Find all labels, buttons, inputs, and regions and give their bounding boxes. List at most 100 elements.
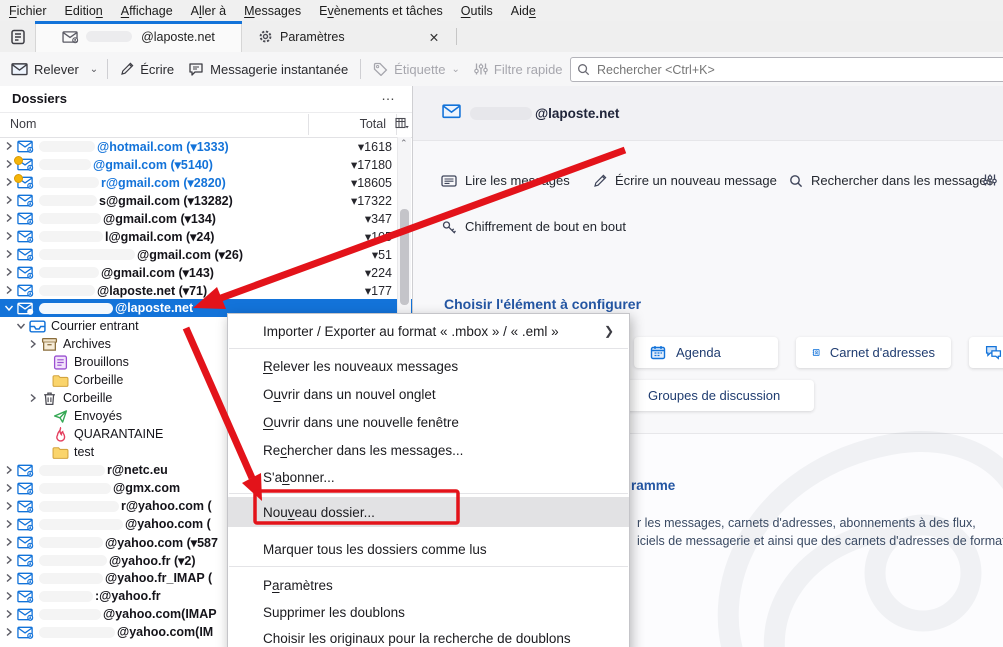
chevron-right-icon[interactable] [3, 195, 14, 205]
scrollbar-thumb[interactable] [400, 209, 409, 305]
read-messages-link[interactable]: Lire les messages [441, 173, 570, 188]
chevron-down-icon[interactable] [15, 321, 26, 331]
folder-label: Brouillons [74, 355, 129, 369]
redacted-account-name [39, 536, 103, 548]
menu-item-open-new-window[interactable]: Ouvrir dans une nouvelle fenêtre [228, 408, 629, 436]
tab-close-icon[interactable]: ✕ [425, 28, 443, 46]
new-messages-dot [14, 174, 23, 183]
end-to-end-encryption-link[interactable]: Chiffrement de bout en bout [442, 219, 626, 234]
menu-affichage[interactable]: Affichage [112, 4, 182, 18]
menu-aller-a[interactable]: Aller à [182, 4, 235, 18]
chevron-right-icon[interactable] [3, 573, 14, 583]
chevron-right-icon[interactable] [3, 483, 14, 493]
chevron-right-icon[interactable] [3, 465, 14, 475]
chevron-right-icon[interactable] [3, 627, 14, 637]
menu-item-subscribe[interactable]: S'a b onner... [228, 464, 629, 490]
write-button[interactable]: Écrire [113, 56, 181, 82]
menu-item-import-export[interactable]: Importer / Exporter au format « .mbox » … [228, 317, 629, 345]
folder-row[interactable]: s@gmail.com (▾13282) ▾17322 [0, 191, 412, 209]
chevron-right-icon[interactable] [3, 231, 14, 241]
column-picker-icon[interactable] [395, 117, 409, 133]
redacted-account-name [39, 518, 123, 530]
address-book-icon [812, 345, 820, 360]
chevron-right-icon[interactable] [3, 537, 14, 547]
chevron-right-icon[interactable] [27, 339, 38, 349]
tag-button[interactable]: Étiquette ⌄ [366, 56, 467, 82]
menu-messages[interactable]: Messages [235, 4, 310, 18]
address-book-card[interactable]: Carnet d'adresses [796, 337, 951, 368]
menu-edition[interactable]: Edition [56, 4, 112, 18]
account-icon [17, 499, 34, 514]
folder-row[interactable]: l@gmail.com (▾24) ▾105 [0, 227, 412, 245]
filter-sliders-icon [983, 173, 997, 187]
spaces-toolbar-icon[interactable] [6, 25, 30, 49]
redacted-account-name [39, 158, 91, 170]
folder-label: @gmail.com (▾143) [101, 265, 214, 280]
chevron-down-icon[interactable] [3, 303, 14, 313]
menu-evenements-taches[interactable]: Evènements et tâches [310, 4, 452, 18]
menu-item-get-new-messages[interactable]: Relever les nouveaux messages [228, 352, 629, 380]
chevron-right-icon[interactable] [3, 249, 14, 259]
get-messages-button[interactable]: Relever [4, 56, 86, 82]
menu-item-search-messages[interactable]: Re c hercher dans les messages... [228, 436, 629, 464]
search-icon [789, 174, 803, 188]
scroll-up-icon[interactable]: ⌃ [400, 138, 408, 149]
column-name[interactable]: Nom [10, 117, 36, 131]
chevron-right-icon[interactable] [27, 393, 38, 403]
menu-item-open-new-tab[interactable]: Ou vrir dans un nouvel onglet [228, 380, 629, 408]
account-icon [17, 193, 34, 208]
chevron-right-icon[interactable] [3, 141, 14, 151]
newsgroups-card[interactable]: Groupes de discussion [616, 380, 814, 411]
tab-account-laposte[interactable]: @laposte.net [35, 21, 242, 52]
redacted-account-name [39, 554, 107, 566]
menu-item-new-folder[interactable]: Nou v eau dossier... [228, 497, 629, 527]
chevron-right-icon[interactable] [3, 519, 14, 529]
folder-row[interactable]: @gmail.com (▾143) ▾224 [0, 263, 412, 281]
chevron-right-icon[interactable] [3, 177, 14, 187]
chevron-right-icon[interactable] [3, 285, 14, 295]
chevron-right-icon[interactable] [3, 267, 14, 277]
chat-bubbles-icon [985, 345, 1002, 360]
quick-filter-button[interactable]: Filtre rapide [467, 56, 570, 82]
search-messages-link[interactable]: Rechercher dans les messages [789, 173, 993, 188]
account-banner: @laposte.net [413, 86, 1003, 141]
chevron-right-icon[interactable] [3, 213, 14, 223]
chevron-right-icon[interactable] [3, 591, 14, 601]
chevron-right-icon[interactable] [3, 609, 14, 619]
folder-label: Archives [63, 337, 111, 351]
menu-item-mark-all-read[interactable]: Marquer tous les dossiers comme lus [228, 535, 629, 563]
account-email: @laposte.net [535, 106, 620, 121]
chevron-right-icon[interactable] [3, 501, 14, 511]
chevron-right-icon[interactable] [3, 555, 14, 565]
redacted-account-name [39, 464, 105, 476]
menu-aide[interactable]: Aide [502, 4, 545, 18]
redacted-account-name [39, 140, 95, 152]
menu-fichier[interactable]: Fichier [0, 4, 56, 18]
write-new-message-link[interactable]: Écrire un nouveau message [593, 173, 777, 188]
menu-item-remove-duplicates[interactable]: Supprimer les doublons [228, 599, 629, 625]
mail-toolbar: Relever ⌄ Écrire Messagerie instantanée … [0, 52, 1003, 87]
new-messages-dot [14, 156, 23, 165]
folder-row[interactable]: r@gmail.com (▾2820) ▾18605 [0, 173, 412, 191]
search-input[interactable] [595, 61, 1003, 78]
redacted-account-name [39, 608, 101, 620]
chevron-right-icon[interactable] [3, 159, 14, 169]
folder-row[interactable]: @gmail.com (▾5140) ▾17180 [0, 155, 412, 173]
chat-card[interactable] [969, 337, 1003, 368]
message-filters-link[interactable] [983, 173, 997, 187]
folder-label: r@netc.eu [107, 463, 168, 477]
folder-row[interactable]: @laposte.net (▾71) ▾177 [0, 281, 412, 299]
folder-row[interactable]: @hotmail.com (▾1333) ▾1618 [0, 137, 412, 155]
global-search-box[interactable] [570, 57, 1003, 82]
menu-item-settings[interactable]: Pa ramètres [228, 571, 629, 599]
get-messages-dropdown[interactable]: ⌄ [86, 56, 102, 82]
column-total[interactable]: Total [360, 117, 386, 131]
folder-pane-options-icon[interactable]: … [381, 87, 396, 103]
menu-item-choose-originals[interactable]: Choisir les originaux pour la recherche … [228, 625, 629, 647]
archive-icon [41, 337, 58, 352]
folder-row[interactable]: @gmail.com (▾26) ▾51 [0, 245, 412, 263]
menu-outils[interactable]: Outils [452, 4, 502, 18]
agenda-card[interactable]: Agenda [634, 337, 778, 368]
folder-row[interactable]: @gmail.com (▾134) ▾347 [0, 209, 412, 227]
instant-messaging-button[interactable]: Messagerie instantanée [181, 56, 355, 82]
